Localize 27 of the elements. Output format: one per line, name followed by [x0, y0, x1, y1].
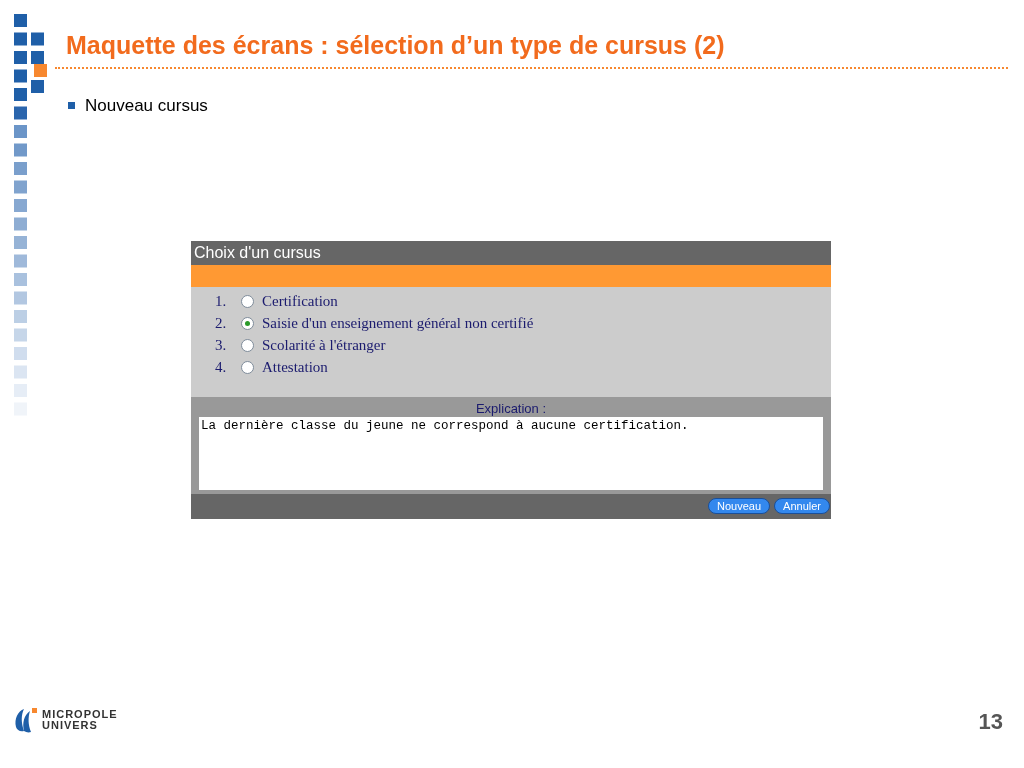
- dialog-button[interactable]: Annuler: [774, 498, 830, 514]
- option-number: 2.: [215, 314, 228, 334]
- radio-button[interactable]: [241, 317, 254, 330]
- radio-button[interactable]: [241, 361, 254, 374]
- option-number: 1.: [215, 292, 228, 312]
- logo-text: UNIVERS: [42, 720, 99, 731]
- explanation-label: Explication :: [475, 399, 547, 417]
- radio-button[interactable]: [241, 295, 254, 308]
- radio-option[interactable]: 4. Attestation: [215, 356, 328, 379]
- radio-option[interactable]: 3. Scolarité à l'étranger: [215, 334, 386, 357]
- dialog-title: Choix d'un cursus: [194, 242, 321, 263]
- radio-option[interactable]: 2. Saisie d'un enseignement général non certifié: [215, 312, 534, 335]
- option-label: Saisie d'un enseignement général non certifié: [262, 314, 534, 334]
- option-label: Certification: [262, 292, 338, 312]
- bullet-text: Nouveau cursus: [85, 95, 208, 117]
- radio-option[interactable]: 1. Certification: [215, 290, 338, 313]
- explanation-field[interactable]: La dernière classe du jeune ne correspond à aucune certification.: [199, 416, 823, 490]
- radio-button[interactable]: [241, 339, 254, 352]
- page-number: 13: [978, 708, 1003, 736]
- slide-title: Maquette des écrans : sélection d’un type de cursus (2): [66, 30, 725, 61]
- option-label: Attestation: [262, 358, 328, 378]
- dialog-button[interactable]: Nouveau: [708, 498, 771, 514]
- logo-text: MICROPOLE: [42, 709, 118, 720]
- option-label: Scolarité à l'étranger: [262, 336, 386, 356]
- option-number: 4.: [215, 358, 228, 378]
- option-number: 3.: [215, 336, 228, 356]
- bullet-icon: [68, 102, 75, 110]
